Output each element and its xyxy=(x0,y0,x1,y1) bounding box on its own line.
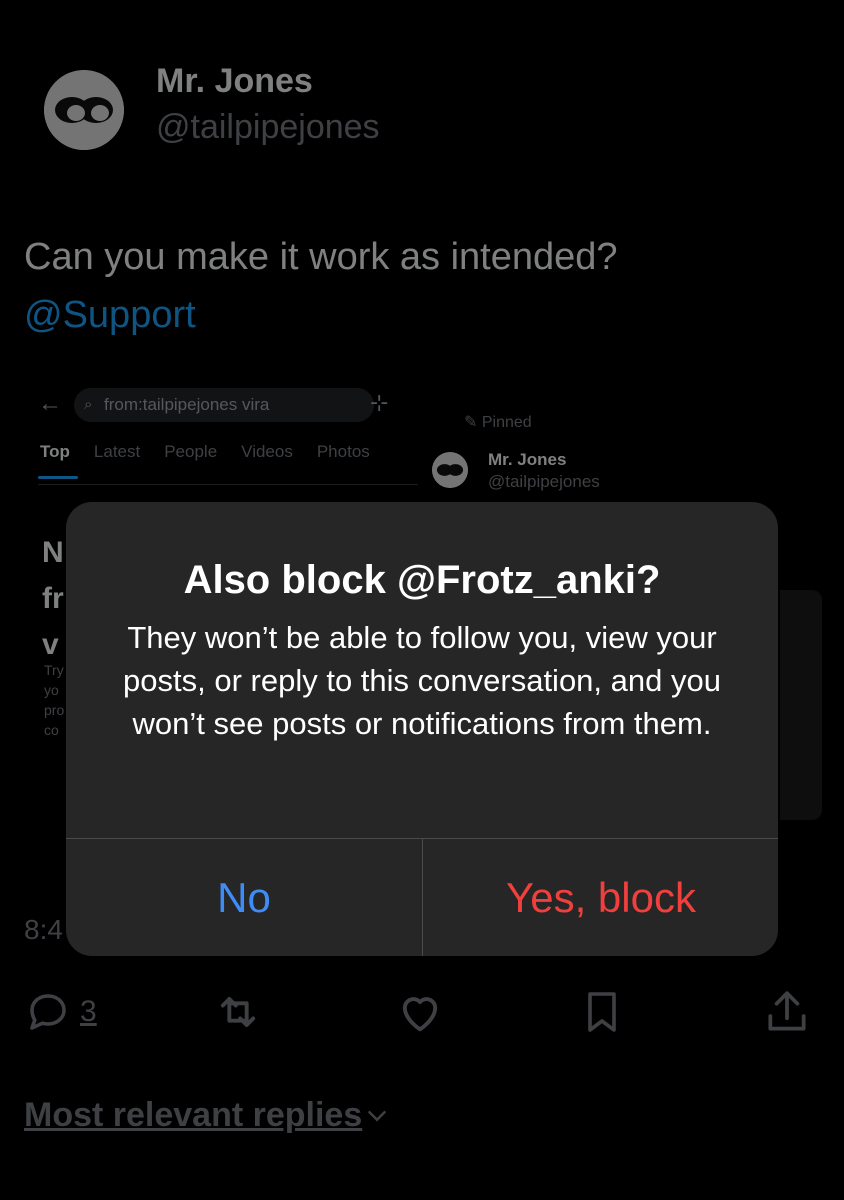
embedded-tabs: Top Latest People Videos Photos xyxy=(40,442,370,462)
yes-block-button[interactable]: Yes, block xyxy=(423,839,778,956)
clipped-text-line: Try xyxy=(44,662,64,678)
bookmark-icon xyxy=(588,992,616,1032)
reply-icon xyxy=(30,994,66,1030)
bookmark-button[interactable] xyxy=(578,980,626,1044)
active-tab-indicator xyxy=(38,476,78,479)
clipped-text-line: yo xyxy=(44,682,59,698)
pinned-label: ✎ Pinned xyxy=(464,412,532,432)
action-bar: 3 xyxy=(0,980,844,1050)
repost-icon xyxy=(220,997,256,1027)
clipped-heading-line: N xyxy=(42,536,64,569)
author-handle[interactable]: @tailpipejones xyxy=(156,108,380,147)
pinned-text: Pinned xyxy=(481,414,532,431)
embedded-tab: Top xyxy=(40,442,70,461)
pin-icon: ✎ xyxy=(464,414,478,431)
dialog-message: They won’t be able to follow you, view y… xyxy=(123,620,721,741)
embedded-tab: Videos xyxy=(241,442,293,461)
like-button[interactable] xyxy=(394,980,446,1044)
tweet-body: Can you make it work as intended? xyxy=(24,236,618,278)
settings-icon: ⊹ xyxy=(370,390,389,415)
tweet-timestamp: 8:4 xyxy=(24,914,63,945)
media-thumbnail xyxy=(780,590,822,820)
author-avatar[interactable] xyxy=(44,70,124,150)
clipped-text-line: co xyxy=(44,722,59,738)
repost-button[interactable] xyxy=(212,980,264,1044)
embedded-tab: People xyxy=(164,442,218,461)
embedded-search-bar: ⌕ from:tailpipejones vira xyxy=(74,388,374,422)
embedded-search-text: from:tailpipejones vira xyxy=(104,395,270,414)
clipped-heading-line: fr xyxy=(42,582,64,615)
clipped-text: Try yo pro co xyxy=(44,660,66,740)
author-name[interactable]: Mr. Jones xyxy=(156,62,313,101)
share-button[interactable] xyxy=(762,980,812,1044)
tweet-text: Can you make it work as intended? @Suppo… xyxy=(24,228,618,344)
heart-icon xyxy=(402,997,438,1032)
most-relevant-label: Most relevant replies xyxy=(24,1096,363,1134)
clipped-text-line: pro xyxy=(44,702,65,718)
reply-count: 3 xyxy=(80,995,97,1028)
back-arrow-icon: ← xyxy=(38,390,62,417)
no-button[interactable]: No xyxy=(66,839,422,956)
block-dialog: Also block @Frotz_anki? They won’t be ab… xyxy=(66,502,778,956)
tabs-divider xyxy=(38,484,418,485)
mini-author-name: Mr. Jones xyxy=(488,450,567,469)
mention-link[interactable]: @Support xyxy=(24,286,618,344)
share-icon xyxy=(768,991,806,1031)
clipped-heading: N fr v xyxy=(42,530,66,668)
embedded-tab: Latest xyxy=(93,442,141,461)
embedded-tab: Photos xyxy=(316,442,370,461)
reply-button[interactable]: 3 xyxy=(24,980,97,1044)
search-icon: ⌕ xyxy=(84,396,93,413)
mini-author-handle: @tailpipejones xyxy=(488,472,600,491)
chevron-down-icon xyxy=(368,1110,386,1122)
mini-avatar xyxy=(432,452,468,488)
most-relevant-replies[interactable]: Most relevant replies xyxy=(24,1096,392,1135)
dialog-title: Also block @Frotz_anki? xyxy=(183,558,661,602)
